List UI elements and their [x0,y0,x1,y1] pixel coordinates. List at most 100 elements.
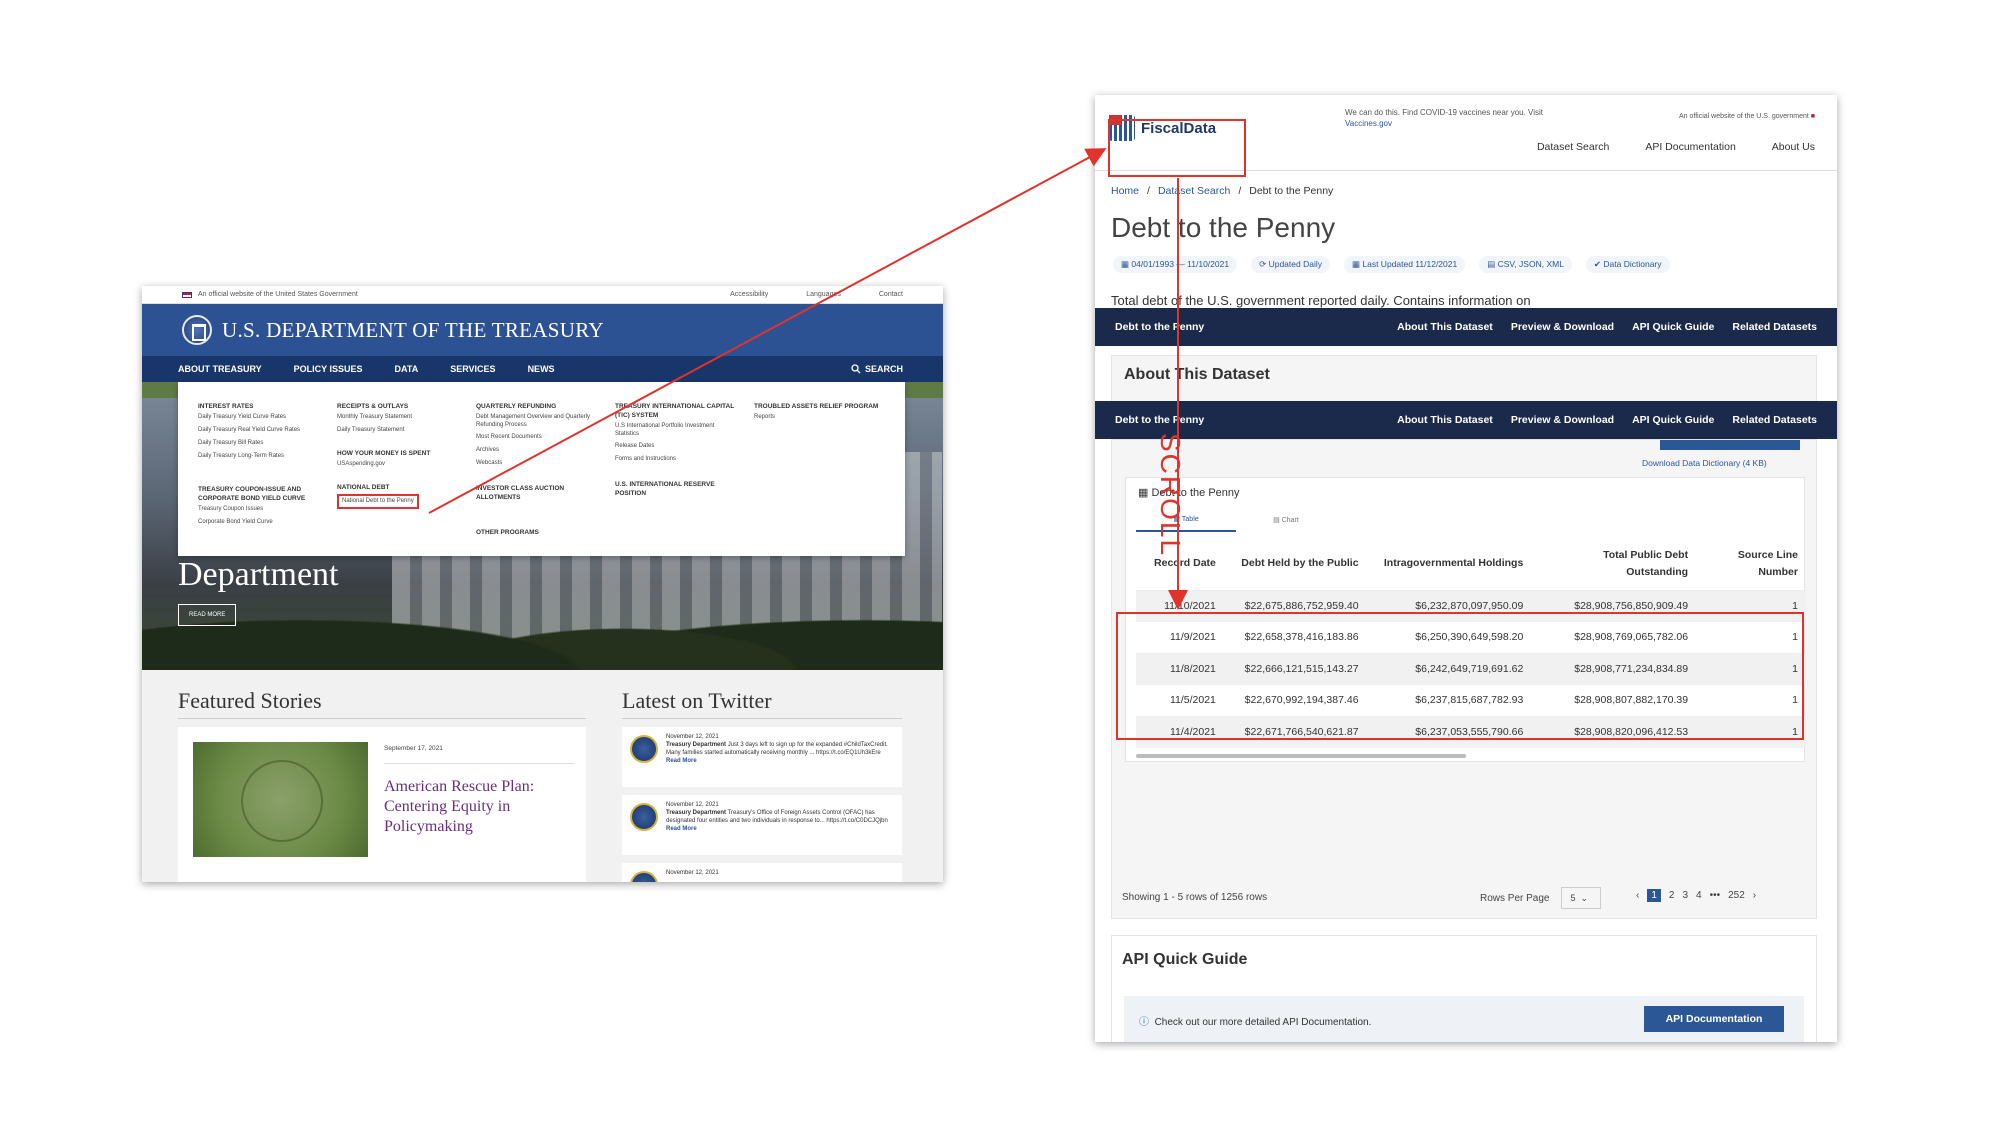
search-icon [851,364,861,374]
tweet-read-more-link[interactable]: Read More [666,757,894,765]
api-quick-guide-heading: API Quick Guide [1122,951,1248,968]
nav-about-us[interactable]: About Us [1772,141,1815,153]
data-dictionary-tag[interactable]: ✔ Data Dictionary [1585,256,1670,273]
tweet-read-more-link[interactable]: Read More [666,825,894,833]
menu-heading[interactable]: TROUBLED ASSETS RELIEF PROGRAM [754,402,879,411]
breadcrumb-dataset-search[interactable]: Dataset Search [1158,185,1230,197]
main-nav: ABOUT TREASURY POLICY ISSUES DATA SERVIC… [142,356,943,382]
horizontal-scrollbar[interactable] [1136,754,1466,758]
search-button[interactable]: SEARCH [851,364,903,374]
page-3[interactable]: 3 [1682,890,1688,901]
nav-news[interactable]: NEWS [528,364,555,374]
menu-link[interactable]: Daily Treasury Statement [337,424,462,437]
menu-heading[interactable]: OTHER PROGRAMS [476,528,601,537]
menu-link[interactable]: Release Dates [615,440,740,453]
rows-per-page-select[interactable]: 5 ⌄ [1561,887,1602,909]
vaccines-link[interactable]: Vaccines.gov [1345,119,1392,128]
nav-data[interactable]: DATA [395,364,419,374]
col-intragovernmental[interactable]: Intragovernmental Holdings [1367,538,1532,590]
menu-link[interactable]: Daily Treasury Real Yield Curve Rates [198,424,323,437]
menu-heading[interactable]: U.S. INTERNATIONAL RESERVE POSITION [615,480,740,498]
link-about-dataset[interactable]: About This Dataset [1397,321,1493,333]
menu-link[interactable]: Daily Treasury Bill Rates [198,437,323,450]
menu-link[interactable]: Forms and Instructions [615,453,740,466]
menu-link[interactable]: Webcasts [476,457,601,470]
next-page-icon[interactable]: › [1753,890,1756,901]
contact-link[interactable]: Contact [879,291,903,298]
tweet-card[interactable]: November 12, 2021 [622,863,902,882]
story-headline[interactable]: American Rescue Plan: Centering Equity i… [384,777,564,837]
about-dataset-heading: About This Dataset [1124,366,1270,383]
site-title[interactable]: U.S. DEPARTMENT OF THE TREASURY [222,318,604,343]
menu-link[interactable]: Archives [476,444,601,457]
menu-heading[interactable]: NATIONAL DEBT [337,483,462,492]
tweet-date: November 12, 2021 [666,802,719,808]
tab-table[interactable]: ▦ Table [1136,508,1236,532]
menu-link[interactable]: Daily Treasury Long-Term Rates [198,450,323,463]
page-title: Debt to the Penny [1111,212,1336,243]
covid-banner: We can do this. Find COVID-19 vaccines n… [1345,107,1565,129]
download-data-dictionary-link[interactable]: Download Data Dictionary (4 KB) [1642,458,1767,468]
api-documentation-button[interactable]: API Documentation [1644,1006,1784,1032]
read-more-button[interactable]: READ MORE [178,604,237,626]
menu-link[interactable]: Reports [754,411,879,424]
menu-link[interactable]: U.S International Portfolio Investment S… [615,422,740,438]
download-button[interactable] [1660,440,1800,450]
link-api-quick-guide[interactable]: API Quick Guide [1632,414,1714,426]
link-related-datasets[interactable]: Related Datasets [1732,414,1817,426]
nav-api-documentation[interactable]: API Documentation [1645,141,1735,153]
treasury-avatar [630,803,658,831]
tab-chart[interactable]: ▤ Chart [1236,508,1336,532]
link-preview-download[interactable]: Preview & Download [1511,321,1614,333]
tweet-card[interactable]: November 12, 2021 Treasury Department Ju… [622,727,902,787]
us-flag-icon: ■ [1810,113,1815,120]
nav-dataset-search[interactable]: Dataset Search [1537,141,1609,153]
page-2[interactable]: 2 [1669,890,1675,901]
dataset-tags: ▦ 04/01/1993 — 11/10/2021 ⟳ Updated Dail… [1095,244,1837,285]
link-related-datasets[interactable]: Related Datasets [1732,321,1817,333]
menu-heading[interactable]: TREASURY COUPON-ISSUE AND CORPORATE BOND… [198,485,323,503]
us-flag-icon [182,291,192,298]
menu-column-receipts: RECEIPTS & OUTLAYS Monthly Treasury Stat… [337,398,462,540]
menu-link[interactable]: Treasury Coupon Issues [198,503,323,516]
nav-services[interactable]: SERVICES [450,364,495,374]
col-debt-held-public[interactable]: Debt Held by the Public [1224,538,1367,590]
official-site-note: An official website of the U.S. governme… [1679,113,1815,120]
menu-link[interactable]: Daily Treasury Yield Curve Rates [198,411,323,424]
accessibility-link[interactable]: Accessibility [730,291,768,298]
menu-link[interactable]: Most Recent Documents [476,431,601,444]
nav-policy-issues[interactable]: POLICY ISSUES [294,364,363,374]
menu-heading[interactable]: TREASURY INTERNATIONAL CAPITAL (TIC) SYS… [615,402,740,420]
languages-link[interactable]: Languages [806,291,841,298]
pagination: ‹ 1 2 3 4 ••• 252 › [1636,889,1756,902]
col-total-public-debt[interactable]: Total Public Debt Outstanding [1531,538,1696,590]
link-about-dataset[interactable]: About This Dataset [1397,414,1493,426]
featured-story-card[interactable]: September 17, 2021 American Rescue Plan:… [178,727,586,882]
page-252[interactable]: 252 [1728,890,1745,901]
menu-link[interactable]: Corporate Bond Yield Curve [198,516,323,529]
menu-link[interactable]: Monthly Treasury Statement [337,411,462,424]
menu-link[interactable]: Debt Management Overview and Quarterly R… [476,413,601,429]
link-api-quick-guide[interactable]: API Quick Guide [1632,321,1714,333]
official-text: An official website of the U.S. governme… [1678,113,1809,120]
api-info-box: ⓘ Check out our more detailed API Docume… [1124,996,1804,1042]
menu-heading[interactable]: INTEREST RATES [198,402,323,411]
menu-heading[interactable]: QUARTERLY REFUNDING [476,402,601,411]
menu-heading[interactable]: INVESTOR CLASS AUCTION ALLOTMENTS [476,484,601,502]
table-highlight-box [1116,612,1804,740]
prev-page-icon[interactable]: ‹ [1636,890,1639,901]
menu-link[interactable]: USAspending.gov [337,458,462,471]
last-updated-tag: ▦ Last Updated 11/12/2021 [1343,256,1466,273]
national-debt-to-the-penny-link[interactable]: National Debt to the Penny [337,494,419,509]
gov-banner-text: An official website of the United States… [198,291,358,298]
treasury-seal-icon[interactable] [182,315,212,345]
page-4[interactable]: 4 [1696,890,1702,901]
menu-heading[interactable]: RECEIPTS & OUTLAYS [337,402,462,411]
nav-about-treasury[interactable]: ABOUT TREASURY [178,364,262,374]
tweet-card[interactable]: November 12, 2021 Treasury Department Tr… [622,795,902,855]
breadcrumb-home[interactable]: Home [1111,185,1139,197]
menu-heading[interactable]: HOW YOUR MONEY IS SPENT [337,449,462,458]
link-preview-download[interactable]: Preview & Download [1511,414,1614,426]
page-1[interactable]: 1 [1647,889,1661,902]
col-source-line[interactable]: Source Line Number [1696,538,1806,590]
